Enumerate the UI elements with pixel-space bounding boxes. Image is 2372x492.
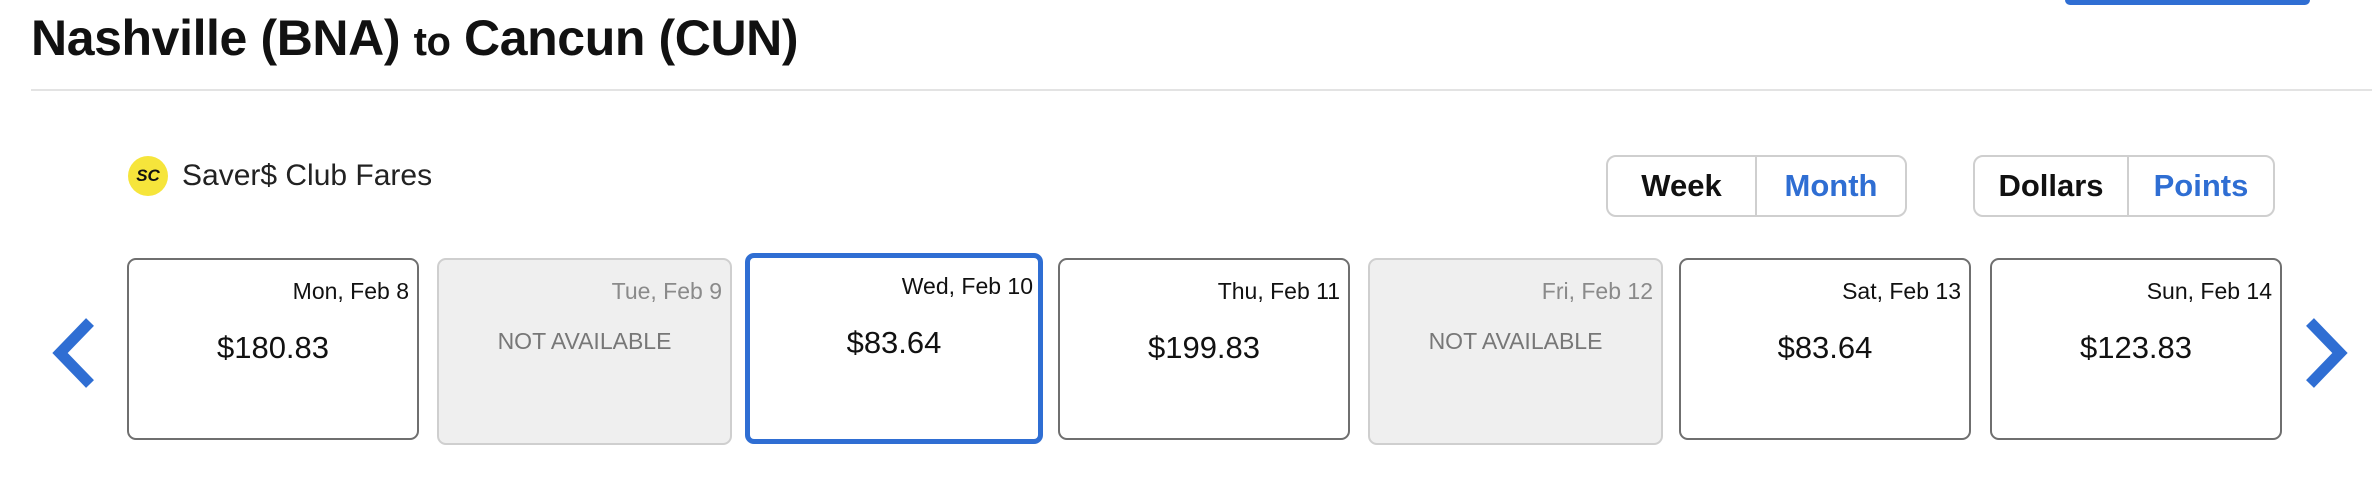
day-card-tue-feb-9: Tue, Feb 9 NOT AVAILABLE bbox=[437, 258, 732, 445]
saver-club-legend: SC Saver$ Club Fares bbox=[128, 156, 432, 196]
day-date: Thu, Feb 11 bbox=[1217, 278, 1340, 304]
fare-calendar-page: Nashville (BNA) to Cancun (CUN) SC Saver… bbox=[0, 0, 2372, 492]
day-card-mon-feb-8[interactable]: Mon, Feb 8 $180.83 bbox=[127, 258, 419, 440]
chevron-right-icon bbox=[2306, 318, 2348, 388]
day-card-sat-feb-13[interactable]: Sat, Feb 13 $83.64 bbox=[1679, 258, 1971, 440]
week-option[interactable]: Week bbox=[1608, 157, 1755, 215]
day-price: $83.64 bbox=[1777, 330, 1873, 365]
previous-week-button[interactable] bbox=[50, 316, 100, 390]
points-option[interactable]: Points bbox=[2127, 157, 2273, 215]
day-date: Sat, Feb 13 bbox=[1842, 278, 1961, 304]
day-card-wed-feb-10[interactable]: Wed, Feb 10 $83.64 bbox=[745, 253, 1043, 444]
origin-city: Nashville (BNA) bbox=[31, 10, 401, 66]
day-date: Mon, Feb 8 bbox=[292, 278, 409, 304]
saver-club-badge-icon: SC bbox=[128, 156, 168, 196]
day-price: $123.83 bbox=[2079, 330, 2193, 365]
day-price: $199.83 bbox=[1147, 330, 1261, 365]
day-card-thu-feb-11[interactable]: Thu, Feb 11 $199.83 bbox=[1058, 258, 1350, 440]
month-option[interactable]: Month bbox=[1755, 157, 1905, 215]
next-week-button[interactable] bbox=[2300, 316, 2350, 390]
day-card-sun-feb-14[interactable]: Sun, Feb 14 $123.83 bbox=[1990, 258, 2282, 440]
dollars-option[interactable]: Dollars bbox=[1975, 157, 2127, 215]
day-date: Fri, Feb 12 bbox=[1541, 278, 1653, 304]
week-month-toggle: Week Month bbox=[1606, 155, 1907, 217]
day-card-fri-feb-12: Fri, Feb 12 NOT AVAILABLE bbox=[1368, 258, 1663, 445]
chevron-left-icon bbox=[52, 318, 94, 388]
saver-club-label: Saver$ Club Fares bbox=[182, 159, 433, 192]
day-price: $83.64 bbox=[846, 325, 942, 360]
destination-city: Cancun (CUN) bbox=[464, 10, 799, 66]
day-date: Wed, Feb 10 bbox=[901, 273, 1033, 299]
dollars-points-toggle: Dollars Points bbox=[1973, 155, 2275, 217]
header-divider bbox=[31, 89, 2372, 91]
day-unavailable-status: NOT AVAILABLE bbox=[497, 328, 672, 354]
day-date: Sun, Feb 14 bbox=[2146, 278, 2272, 304]
page-title: Nashville (BNA) to Cancun (CUN) bbox=[31, 6, 799, 74]
route-connector: to bbox=[413, 20, 451, 64]
day-price: $180.83 bbox=[216, 330, 330, 365]
day-date: Tue, Feb 9 bbox=[611, 278, 722, 304]
top-action-button-edge[interactable] bbox=[2065, 0, 2310, 5]
day-unavailable-status: NOT AVAILABLE bbox=[1428, 328, 1603, 354]
